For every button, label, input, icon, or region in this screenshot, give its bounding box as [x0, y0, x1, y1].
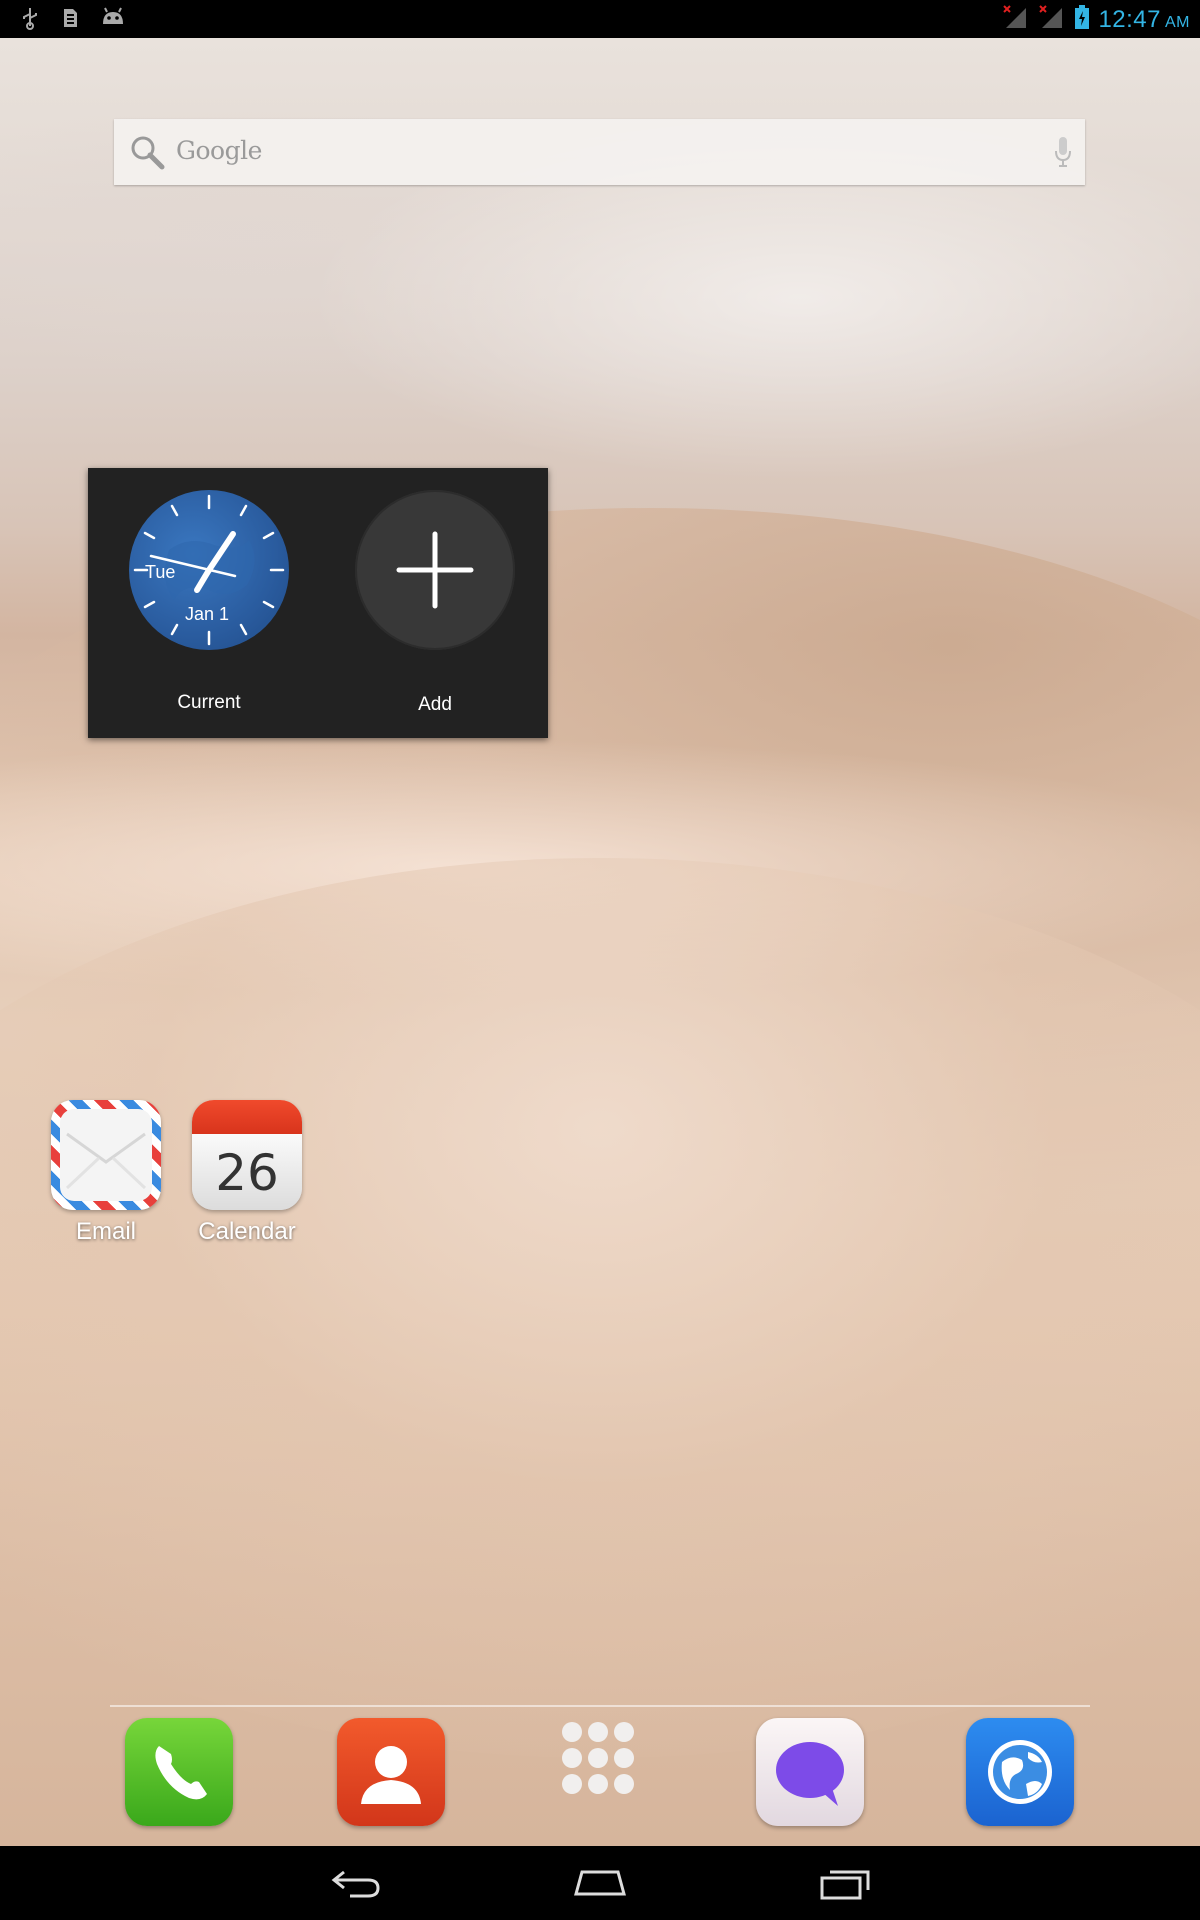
- search-icon: [128, 133, 166, 176]
- status-time: 12:47 AM: [1098, 5, 1190, 33]
- wallpaper-dune-foreground: [0, 858, 1200, 1758]
- clock-date: Jan 1: [185, 604, 230, 624]
- add-icon: [355, 490, 515, 650]
- messaging-dock-button[interactable]: [756, 1718, 864, 1826]
- add-clock-label: Add: [418, 694, 452, 715]
- phone-dock-button[interactable]: [125, 1718, 233, 1826]
- calendar-label: Calendar: [198, 1218, 296, 1245]
- app-drawer-icon: [546, 1718, 654, 1826]
- microphone-icon[interactable]: [1053, 135, 1073, 174]
- back-icon[interactable]: [330, 1864, 382, 1905]
- calendar-day-number: 26: [215, 1144, 279, 1202]
- dock-divider: [110, 1705, 1090, 1707]
- home-icon[interactable]: [572, 1864, 628, 1905]
- contacts-icon: [337, 1718, 445, 1826]
- email-label: Email: [75, 1218, 136, 1245]
- phone-icon: [125, 1718, 233, 1826]
- calendar-header: [192, 1100, 302, 1134]
- search-placeholder: Google: [176, 136, 262, 165]
- app-drawer-dock-button[interactable]: [546, 1718, 654, 1826]
- android-debug-icon: [100, 6, 126, 30]
- clock-day: Tue: [145, 562, 176, 582]
- signal-no-sim-2-icon: [1038, 4, 1066, 35]
- status-bar: 12:47 AM: [0, 0, 1200, 38]
- clock-option-current[interactable]: Tue Jan 1 Current: [124, 490, 294, 714]
- email-icon: [51, 1100, 161, 1210]
- messaging-icon: [756, 1718, 864, 1826]
- email-app-shortcut[interactable]: Email: [36, 1100, 176, 1246]
- battery-charging-icon: [1074, 4, 1090, 35]
- calendar-icon: 26: [192, 1100, 302, 1210]
- sd-card-icon: [60, 6, 80, 30]
- signal-no-sim-1-icon: [1002, 4, 1030, 35]
- contacts-dock-button[interactable]: [337, 1718, 445, 1826]
- recents-icon[interactable]: [818, 1864, 872, 1905]
- browser-dock-button[interactable]: [966, 1718, 1074, 1826]
- browser-icon: [966, 1718, 1074, 1826]
- wallpaper: [0, 38, 1200, 1846]
- navigation-bar: [0, 1846, 1200, 1920]
- google-search-bar[interactable]: Google: [114, 119, 1085, 185]
- analog-clock-icon: Tue Jan 1: [129, 490, 289, 650]
- clock-option-label: Current: [177, 692, 241, 713]
- clock-selection-popup: Tue Jan 1 Current Add: [88, 468, 548, 738]
- usb-icon: [20, 6, 40, 30]
- calendar-app-shortcut[interactable]: 26 Calendar: [177, 1100, 317, 1246]
- add-clock-option[interactable]: Add: [350, 490, 520, 716]
